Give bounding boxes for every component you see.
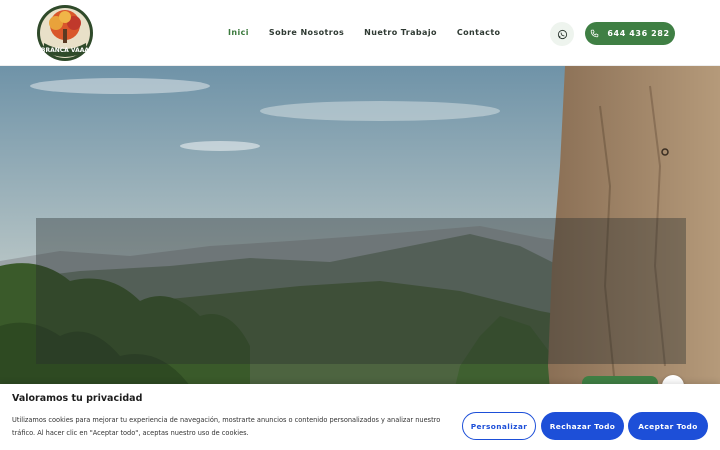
accept-all-button[interactable]: Aceptar Todo <box>628 412 708 440</box>
cookie-title: Valoramos tu privacidad <box>12 393 143 404</box>
phone-icon <box>591 29 599 38</box>
nav-contacto[interactable]: Contacto <box>447 24 511 41</box>
phone-label: 644 436 282 <box>607 29 670 38</box>
site-header: BRANCA VAAA Inici Sobre Nosotros Nuetro … <box>0 0 720 66</box>
hero-overlay-panel <box>36 218 686 364</box>
customize-button[interactable]: Personalizar <box>462 412 536 440</box>
nav-nuetro-trabajo[interactable]: Nuetro Trabajo <box>354 24 447 41</box>
logo-text: BRANCA VAAA <box>41 47 90 54</box>
main-nav: Inici Sobre Nosotros Nuetro Trabajo Cont… <box>218 24 510 41</box>
site-logo[interactable]: BRANCA VAAA <box>34 3 96 63</box>
reject-all-button[interactable]: Rechazar Todo <box>541 412 624 440</box>
whatsapp-button[interactable] <box>550 22 574 46</box>
nav-sobre-nosotros[interactable]: Sobre Nosotros <box>259 24 354 41</box>
whatsapp-icon <box>557 29 567 39</box>
cookie-consent-banner: Valoramos tu privacidad Utilizamos cooki… <box>0 384 720 450</box>
cookie-description: Utilizamos cookies para mejorar tu exper… <box>12 416 441 437</box>
phone-button[interactable]: 644 436 282 <box>585 22 675 45</box>
nav-inici[interactable]: Inici <box>218 24 259 41</box>
